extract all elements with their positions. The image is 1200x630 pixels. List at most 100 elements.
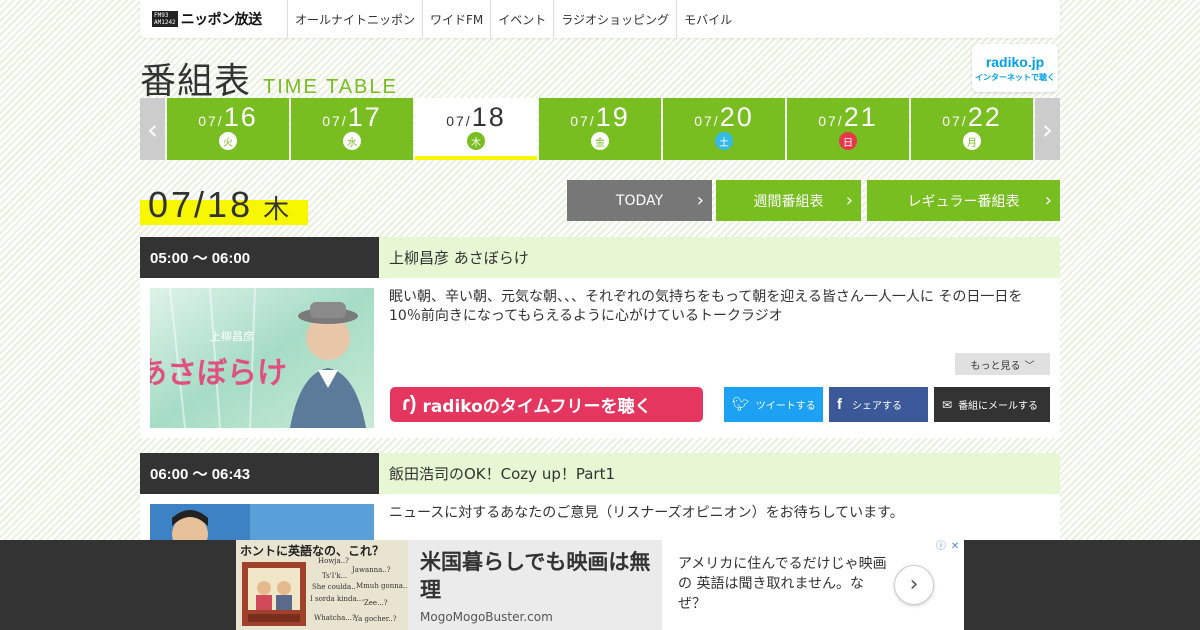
ad-content[interactable]: ホントに英語なの、これ？ Howja..? Jawanna..? Ts'I'k.… [236, 540, 964, 630]
program-entry: 06:00 ～ 06:43 飯田浩司のOK！Cozy up！Part1 ニュース… [140, 453, 1060, 540]
date-month: 07/ [570, 113, 596, 129]
facebook-icon: f [837, 396, 842, 413]
date-tab[interactable]: 07/20 土 [663, 98, 785, 160]
weekly-label: 週間番組表 [753, 193, 824, 210]
close-icon[interactable]: ✕ [948, 540, 962, 554]
page-title: 番組表 TIME TABLE [140, 52, 398, 104]
ad-domain: MogoMogoBuster.com [420, 610, 553, 624]
weekday-badge: 土 [715, 132, 733, 150]
mail-label: 番組にメールする [958, 401, 1039, 412]
weekday-badge: 火 [219, 132, 237, 150]
radiko-brand: radiko.jp [985, 53, 1045, 70]
date-day: 21 [843, 102, 878, 132]
ad-speech-bubble: Ts'I'k... [322, 572, 348, 580]
ad-speech-bubble: Mmuh gonna.. [356, 582, 408, 590]
more-button[interactable]: もっと見る ﹀ [955, 353, 1050, 375]
chevron-right-icon: › [845, 190, 853, 211]
ad-headline: 米国暮らしでも映画は無理 [420, 550, 651, 602]
date-day: 17 [347, 102, 382, 132]
ad-speech-bubble: She coulda.. [312, 583, 356, 591]
weekday-badge: 水 [343, 132, 361, 150]
today-button[interactable]: TODAY › [567, 180, 712, 221]
share-label: シェアする [852, 401, 902, 412]
program-time: 05:00 ～ 06:00 [140, 237, 379, 278]
info-icon[interactable]: ⓘ [934, 540, 948, 554]
top-nav: FM93 AM1242 ニッポン放送 オールナイトニッポン ワイドFM イベント… [140, 0, 1060, 38]
ad-speech-bubble: I sorda kinda.. [310, 595, 362, 603]
regular-label: レギュラー番組表 [907, 193, 1020, 210]
date-month: 07/ [942, 113, 968, 129]
current-date: 07/18 木 [140, 182, 308, 226]
date-month: 07/ [446, 113, 472, 129]
radiko-sub: インターネットで聴く [975, 72, 1055, 82]
date-bar: ‹ 07/16 火 07/17 水 07/18 木 07/19 金 07/20 … [140, 98, 1060, 160]
date-tab[interactable]: 07/16 火 [167, 98, 289, 160]
program-image[interactable]: あさぼらけ 上柳昌彦 [150, 288, 374, 428]
ad-image[interactable]: ホントに英語なの、これ？ Howja..? Jawanna..? Ts'I'k.… [236, 540, 408, 630]
date-month: 07/ [322, 113, 348, 129]
current-weekday: 木 [263, 195, 290, 225]
date-month: 07/ [694, 113, 720, 129]
program-title[interactable]: 上柳昌彦 あさぼらけ [379, 237, 1060, 278]
radiko-badge[interactable]: radiko.jp インターネットで聴く [972, 44, 1058, 92]
mail-icon: ✉ [942, 397, 953, 412]
date-tab[interactable]: 07/22 月 [911, 98, 1033, 160]
date-tab-selected[interactable]: 07/18 木 [415, 98, 537, 160]
radiko-timefree-button[interactable]: ɾ) radikoのタイムフリーを聴く [390, 387, 703, 422]
nav-mobile[interactable]: モバイル [677, 0, 739, 38]
program-header: 06:00 ～ 06:43 飯田浩司のOK！Cozy up！Part1 [140, 453, 1060, 494]
chevron-right-icon[interactable]: › [894, 565, 934, 605]
date-tab[interactable]: 07/17 水 [291, 98, 413, 160]
tweet-button[interactable]: 🐦︎ ツイートする [724, 387, 823, 422]
twitter-icon: 🐦︎ [732, 396, 750, 413]
weekday-badge: 木 [467, 132, 485, 150]
nav-allnightnippon[interactable]: オールナイトニッポン [288, 0, 424, 38]
tweet-label: ツイートする [755, 401, 816, 412]
page-title-en: TIME TABLE [263, 76, 398, 98]
chevron-right-icon: › [1044, 190, 1052, 211]
ad-speech-bubble: Howja..? [318, 557, 349, 565]
weekday-badge: 金 [591, 132, 609, 150]
weekday-badge: 日 [839, 132, 857, 150]
weekly-schedule-button[interactable]: 週間番組表 › [716, 180, 861, 221]
prev-week-arrow-icon[interactable]: ‹ [140, 98, 165, 160]
program-description: ニュースに対するあなたのご意見（リスナーズオピニオン）をお待ちしています。 [389, 505, 904, 521]
ad-headline-block[interactable]: 米国暮らしでも映画は無理 MogoMogoBuster.com [408, 540, 662, 630]
program-time: 06:00 ～ 06:43 [140, 453, 379, 494]
share-button[interactable]: f シェアする [829, 387, 928, 422]
date-tab[interactable]: 07/19 金 [539, 98, 661, 160]
program-image[interactable] [150, 504, 374, 540]
logo-frequency: FM93 AM1242 [152, 11, 178, 27]
ad-speech-bubble: Whatcha...? [314, 614, 356, 622]
logo-text: ニッポン放送 [180, 12, 263, 28]
ad-speech-bubble: Jawanna..? [352, 566, 391, 574]
next-week-arrow-icon[interactable]: › [1035, 98, 1060, 160]
nav-widefm[interactable]: ワイドFM [423, 0, 492, 38]
date-day: 16 [223, 102, 258, 132]
regular-schedule-button[interactable]: レギュラー番組表 › [867, 180, 1060, 221]
date-day: 22 [967, 102, 1002, 132]
radiko-logo-icon: ɾ) [402, 393, 417, 415]
date-month: 07/ [818, 113, 844, 129]
nav-radio-shopping[interactable]: ラジオショッピング [554, 0, 678, 38]
ad-text-block[interactable]: アメリカに住んでるだけじゃ映画の 英語は聞き取れません。なぜ？ › ⓘ ✕ [662, 540, 964, 630]
logo-am: AM1242 [154, 19, 176, 26]
page-title-jp: 番組表 [140, 61, 252, 102]
image-title: あさぼらけ [150, 356, 287, 391]
program-description: 眠い朝、辛い朝、元気な朝、、、それぞれの気持ちをもって朝を迎える皆さん一人一人に… [389, 289, 1023, 324]
program-entry: 05:00 ～ 06:00 上柳昌彦 あさぼらけ あさぼらけ 上柳昌彦 眠い朝、… [140, 237, 1060, 438]
radiko-timefree-label: radikoのタイムフリーを聴く [422, 397, 652, 417]
date-tab[interactable]: 07/21 日 [787, 98, 909, 160]
program-title[interactable]: 飯田浩司のOK！Cozy up！Part1 [379, 453, 1060, 494]
image-subtitle: 上柳昌彦 [210, 329, 254, 343]
nav-event[interactable]: イベント [491, 0, 555, 38]
ad-banner: ホントに英語なの、これ？ Howja..? Jawanna..? Ts'I'k.… [0, 540, 1200, 630]
weekday-badge: 月 [963, 132, 981, 150]
date-day: 19 [595, 102, 630, 132]
date-day: 20 [719, 102, 754, 132]
site-logo[interactable]: FM93 AM1242 ニッポン放送 [140, 0, 288, 38]
program-header: 05:00 ～ 06:00 上柳昌彦 あさぼらけ [140, 237, 1060, 278]
mail-button[interactable]: ✉ 番組にメールする [934, 387, 1050, 422]
ad-text: アメリカに住んでるだけじゃ映画の 英語は聞き取れません。なぜ？ [678, 556, 887, 612]
ad-controls: ⓘ ✕ [934, 540, 962, 554]
